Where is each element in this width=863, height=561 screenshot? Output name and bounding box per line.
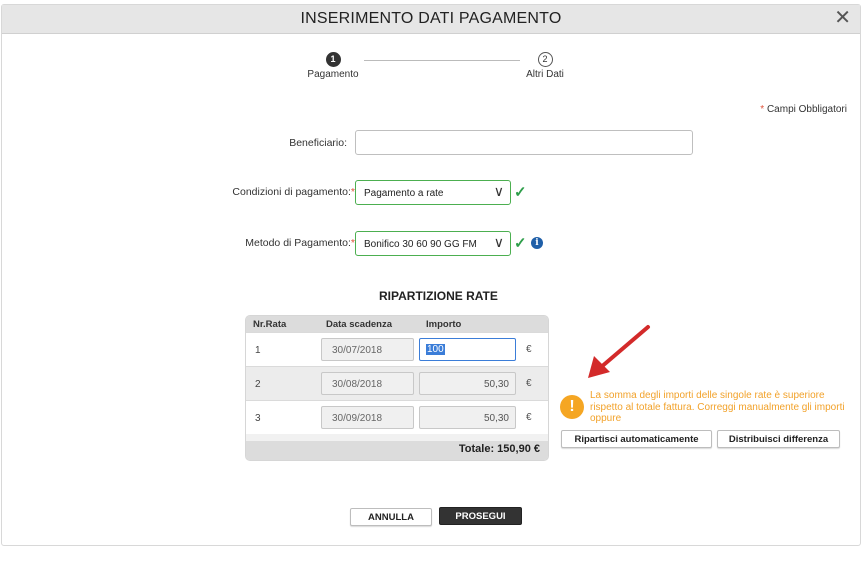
chevron-down-icon: ∨ [490, 234, 504, 251]
amount-input[interactable]: 50,30 [419, 406, 516, 429]
date-field[interactable]: 30/08/2018 [321, 372, 414, 395]
metodo-label: Metodo di Pagamento:* [180, 237, 355, 249]
beneficiario-input[interactable] [355, 130, 693, 155]
amount-input[interactable]: 50,30 [419, 372, 516, 395]
check-icon: ✓ [514, 235, 527, 252]
dialog-titlebar: INSERIMENTO DATI PAGAMENTO ✕ [2, 5, 860, 34]
header-data-scadenza: Data scadenza [326, 319, 393, 330]
table-row: 2 30/08/2018 50,30 € [246, 366, 548, 400]
prosegui-button[interactable]: PROSEGUI [439, 507, 522, 525]
condizioni-label: Condizioni di pagamento:* [180, 186, 355, 198]
stepper-line [364, 60, 520, 61]
beneficiario-label-text: Beneficiario: [289, 137, 347, 149]
step-number: 2 [537, 52, 553, 67]
required-fields-note: * Campi Obbligatori [760, 104, 847, 115]
metodo-value: Bonifico 30 60 90 GG FM [364, 239, 477, 250]
total-value: Totale: 150,90 € [458, 443, 540, 455]
payment-dialog: INSERIMENTO DATI PAGAMENTO ✕ [1, 4, 861, 546]
currency-symbol: € [526, 412, 532, 423]
warning-message: La somma degli importi delle singole rat… [590, 390, 845, 424]
table-row: 3 30/09/2018 50,30 € [246, 400, 548, 434]
close-icon[interactable]: ✕ [834, 7, 851, 29]
info-icon[interactable]: i [531, 237, 543, 249]
metodo-label-text: Metodo di Pagamento: [245, 237, 351, 249]
condizioni-select[interactable]: Pagamento a rate ∨ [355, 180, 511, 205]
rate-number: 3 [255, 413, 261, 424]
amount-value: 100 [426, 344, 445, 355]
beneficiario-label: Beneficiario: [200, 137, 347, 149]
ripartisci-button[interactable]: Ripartisci automaticamente [561, 430, 712, 448]
annulla-button[interactable]: ANNULLA [350, 508, 432, 526]
distribuisci-button[interactable]: Distribuisci differenza [717, 430, 840, 448]
dialog-title: INSERIMENTO DATI PAGAMENTO [300, 10, 562, 27]
table-header: Nr.Rata Data scadenza Importo [246, 316, 548, 332]
condizioni-label-text: Condizioni di pagamento: [232, 186, 351, 198]
chevron-down-icon: ∨ [493, 183, 504, 199]
required-star: * [760, 104, 765, 115]
header-nr-rata: Nr.Rata [253, 319, 287, 330]
rate-number: 1 [255, 345, 261, 356]
amount-input[interactable]: 100 [419, 338, 516, 361]
rate-number: 2 [255, 379, 261, 390]
date-field[interactable]: 30/09/2018 [321, 406, 414, 429]
currency-symbol: € [526, 344, 532, 355]
header-importo: Importo [426, 319, 462, 330]
rate-table: Nr.Rata Data scadenza Importo 1 30/07/20… [245, 315, 549, 461]
check-icon: ✓ [514, 184, 527, 201]
step-label: Pagamento [307, 69, 359, 80]
step-pagamento[interactable]: 1 Pagamento [303, 52, 363, 80]
warning-icon: ! [560, 395, 584, 419]
condizioni-value: Pagamento a rate [364, 188, 444, 199]
step-altri-dati[interactable]: 2 Altri Dati [515, 52, 575, 80]
red-arrow-icon [588, 325, 650, 378]
table-row: 1 30/07/2018 100 € [246, 332, 548, 366]
currency-symbol: € [526, 378, 532, 389]
table-footer: Totale: 150,90 € [246, 441, 548, 460]
required-note-text: Campi Obbligatori [766, 104, 847, 115]
rate-table-title: RIPARTIZIONE RATE [379, 289, 498, 303]
step-number: 1 [325, 52, 341, 67]
step-label: Altri Dati [526, 69, 564, 80]
date-field[interactable]: 30/07/2018 [321, 338, 414, 361]
metodo-select[interactable]: Bonifico 30 60 90 GG FM ∨ [355, 231, 511, 256]
